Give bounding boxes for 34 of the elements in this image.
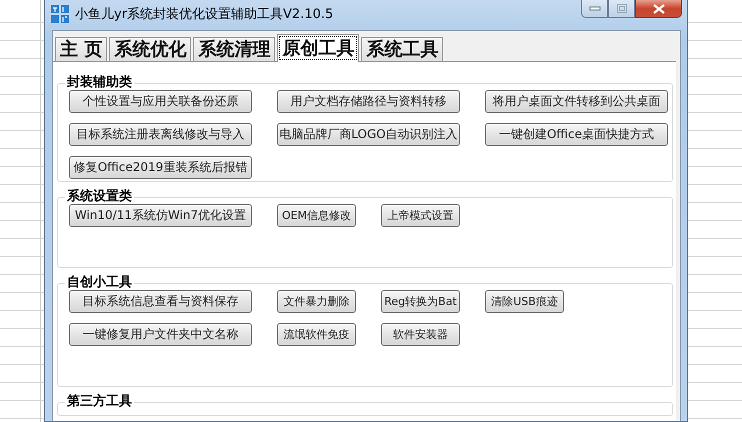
tool-button[interactable]: 一键修复用户文件夹中文名称 <box>69 323 252 346</box>
tool-button[interactable]: 电脑品牌厂商LOGO自动识别注入 <box>277 123 460 146</box>
group-title: 系统设置类 <box>66 190 133 204</box>
tool-button[interactable]: 用户文档存储路径与资料转移 <box>277 90 460 113</box>
tool-button[interactable]: OEM信息修改 <box>277 204 356 227</box>
tool-button[interactable]: Reg转换为Bat <box>381 290 460 313</box>
window-title: 小鱼儿yr系统封装优化设置辅助工具V2.10.5 <box>75 6 334 23</box>
close-button[interactable] <box>635 0 682 18</box>
tab[interactable]: 系统优化 <box>109 37 192 61</box>
group-title: 封装辅助类 <box>66 76 133 90</box>
tab[interactable]: 系统工具 <box>361 37 444 61</box>
close-icon <box>652 4 666 14</box>
tool-button[interactable]: 软件安装器 <box>381 323 460 346</box>
tool-button[interactable]: 目标系统注册表离线修改与导入 <box>69 123 252 146</box>
tool-button[interactable]: 清除USB痕迹 <box>485 290 564 313</box>
tool-button[interactable]: 文件暴力删除 <box>277 290 356 313</box>
tool-button[interactable]: 将用户桌面文件转移到公共桌面 <box>485 90 668 113</box>
maximize-button[interactable] <box>608 0 635 18</box>
tool-button[interactable]: 流氓软件免疫 <box>277 323 356 346</box>
tool-button[interactable]: 目标系统信息查看与资料保存 <box>69 290 252 313</box>
tab[interactable]: 原创工具 <box>277 34 360 62</box>
tool-button[interactable]: 上帝模式设置 <box>381 204 460 227</box>
minimize-button[interactable] <box>581 0 608 18</box>
group-title: 自创小工具 <box>66 276 133 290</box>
tool-button[interactable]: 一键创建Office桌面快捷方式 <box>485 123 668 146</box>
tab[interactable]: 主 页 <box>55 37 108 61</box>
minimize-icon <box>588 6 600 12</box>
tool-button[interactable]: 个性设置与应用关联备份还原 <box>69 90 252 113</box>
maximize-icon <box>616 4 626 13</box>
tool-button[interactable]: Win10/11系统仿Win7优化设置 <box>69 204 252 227</box>
group-title: 第三方工具 <box>66 395 133 409</box>
tool-button[interactable]: 修复Office2019重装系统后报错 <box>69 156 252 179</box>
app-icon <box>51 5 69 23</box>
tab[interactable]: 系统清理 <box>193 37 276 61</box>
